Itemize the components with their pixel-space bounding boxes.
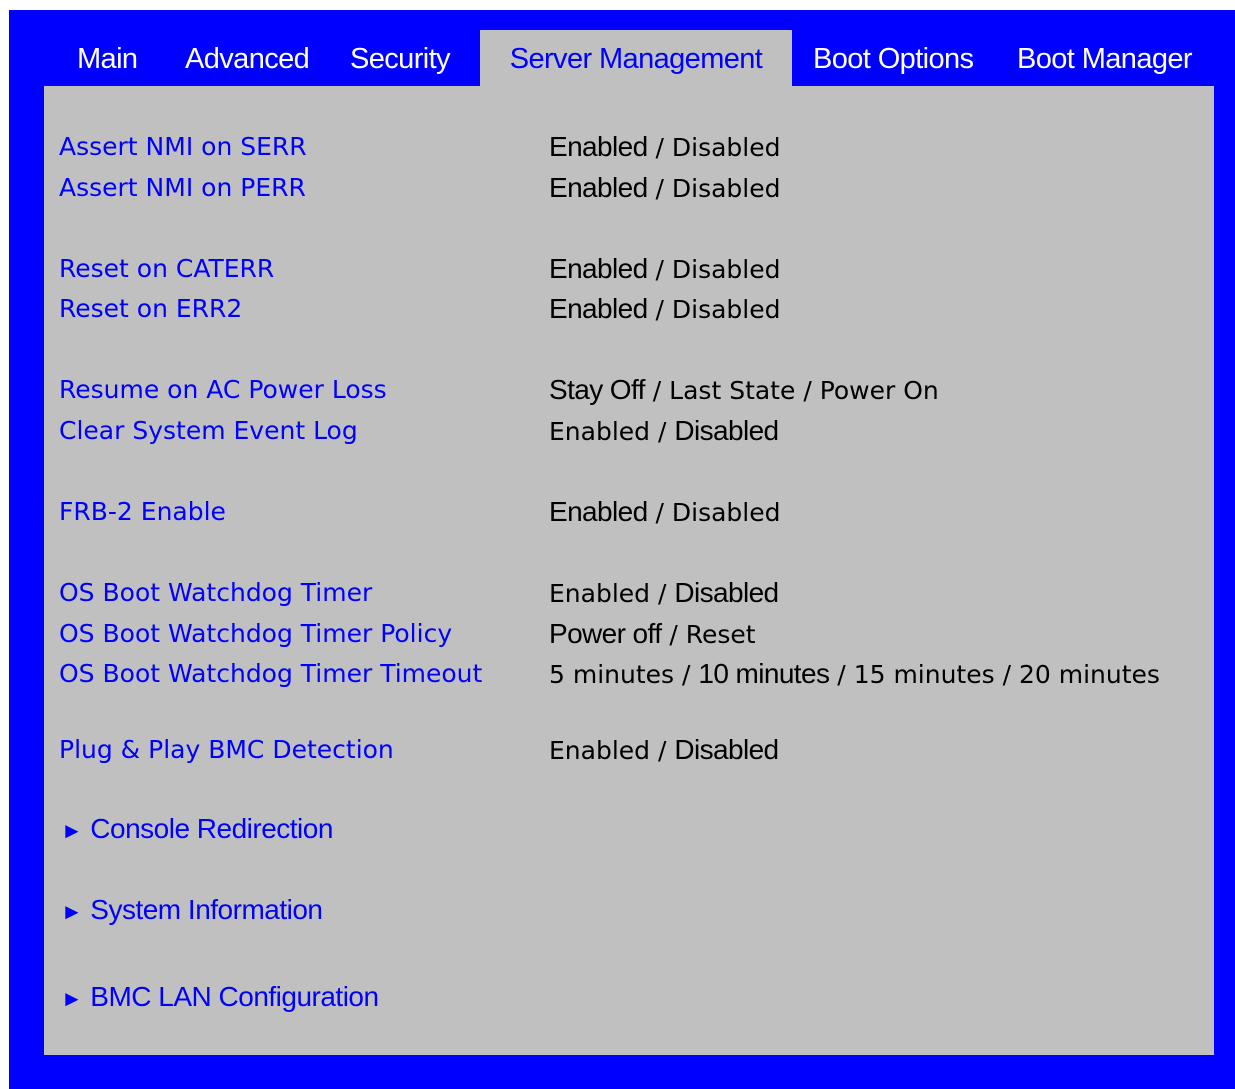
- settings-panel: Assert NMI on SERR Enabled / Disabled As…: [44, 86, 1214, 1055]
- option-selected[interactable]: Enabled: [549, 172, 648, 203]
- option[interactable]: Disabled: [672, 174, 781, 203]
- setting-resume-ac-power-loss: Resume on AC Power Loss Stay Off / Last …: [44, 372, 1214, 408]
- submenu-system-information[interactable]: ► System Information: [61, 892, 323, 930]
- option[interactable]: Disabled: [672, 498, 781, 527]
- tab-boot-options[interactable]: Boot Options: [813, 30, 974, 86]
- option-group: Power off / Reset: [549, 616, 756, 653]
- setting-label[interactable]: Resume on AC Power Loss: [59, 372, 387, 408]
- option-selected[interactable]: Enabled: [549, 131, 648, 162]
- option[interactable]: Disabled: [672, 133, 781, 162]
- option-separator: /: [829, 660, 854, 689]
- option-separator: /: [647, 133, 672, 162]
- option-selected[interactable]: Disabled: [674, 734, 779, 765]
- option-selected[interactable]: Disabled: [674, 415, 779, 446]
- option-separator: /: [650, 736, 675, 765]
- option-separator: /: [650, 579, 675, 608]
- option[interactable]: Enabled: [549, 736, 650, 765]
- option-selected[interactable]: Enabled: [549, 253, 648, 284]
- submenu-arrow-icon: ►: [61, 899, 83, 924]
- option-selected[interactable]: 10 minutes: [698, 658, 830, 689]
- option-group: Enabled / Disabled: [549, 170, 781, 207]
- setting-label[interactable]: OS Boot Watchdog Timer Policy: [59, 616, 452, 652]
- tab-advanced[interactable]: Advanced: [185, 30, 310, 86]
- setting-label[interactable]: Assert NMI on PERR: [59, 170, 306, 206]
- setting-os-boot-watchdog-timeout: OS Boot Watchdog Timer Timeout 5 minutes…: [44, 656, 1214, 692]
- bios-setup-window: Main Advanced Security Server Management…: [9, 10, 1235, 1089]
- setting-os-boot-watchdog-policy: OS Boot Watchdog Timer Policy Power off …: [44, 616, 1214, 652]
- option-separator: /: [994, 660, 1019, 689]
- option[interactable]: 20 minutes: [1019, 660, 1160, 689]
- submenu-label: System Information: [90, 894, 323, 925]
- option[interactable]: Enabled: [549, 417, 650, 446]
- setting-label[interactable]: OS Boot Watchdog Timer Timeout: [59, 656, 482, 692]
- setting-label[interactable]: OS Boot Watchdog Timer: [59, 575, 372, 611]
- setting-label[interactable]: Clear System Event Log: [59, 413, 358, 449]
- option-selected[interactable]: Power off: [549, 618, 662, 649]
- tab-boot-manager[interactable]: Boot Manager: [1017, 30, 1193, 86]
- tab-security[interactable]: Security: [350, 30, 451, 86]
- setting-clear-sel: Clear System Event Log Enabled / Disable…: [44, 413, 1214, 449]
- option-separator: /: [650, 417, 675, 446]
- tab-server-management[interactable]: Server Management: [480, 30, 792, 86]
- setting-os-boot-watchdog-timer: OS Boot Watchdog Timer Enabled / Disable…: [44, 575, 1214, 611]
- option[interactable]: Enabled: [549, 579, 650, 608]
- option[interactable]: 5 minutes: [549, 660, 674, 689]
- option-selected[interactable]: Enabled: [549, 496, 648, 527]
- setting-label[interactable]: FRB-2 Enable: [59, 494, 226, 530]
- option-separator: /: [795, 376, 820, 405]
- option-separator: /: [647, 174, 672, 203]
- setting-pnp-bmc-detection: Plug & Play BMC Detection Enabled / Disa…: [44, 732, 1214, 768]
- option-group: Enabled / Disabled: [549, 251, 781, 288]
- setting-reset-caterr: Reset on CATERR Enabled / Disabled: [44, 251, 1214, 287]
- setting-assert-nmi-perr: Assert NMI on PERR Enabled / Disabled: [44, 170, 1214, 206]
- option-selected[interactable]: Stay Off: [549, 374, 645, 405]
- option[interactable]: Disabled: [672, 255, 781, 284]
- option-group: Stay Off / Last State / Power On: [549, 372, 939, 409]
- submenu-label: BMC LAN Configuration: [90, 981, 379, 1012]
- submenu-arrow-icon: ►: [61, 986, 83, 1011]
- option[interactable]: Disabled: [672, 295, 781, 324]
- setting-reset-err2: Reset on ERR2 Enabled / Disabled: [44, 291, 1214, 327]
- submenu-bmc-lan-configuration[interactable]: ► BMC LAN Configuration: [61, 979, 379, 1017]
- option-separator: /: [674, 660, 699, 689]
- option-group: Enabled / Disabled: [549, 129, 781, 166]
- option-separator: /: [647, 295, 672, 324]
- setting-label[interactable]: Reset on ERR2: [59, 291, 242, 327]
- tab-bar: Main Advanced Security Server Management…: [9, 30, 1235, 86]
- option-group: Enabled / Disabled: [549, 732, 779, 769]
- setting-assert-nmi-serr: Assert NMI on SERR Enabled / Disabled: [44, 129, 1214, 165]
- option[interactable]: Last State: [669, 376, 795, 405]
- submenu-arrow-icon: ►: [61, 818, 83, 843]
- setting-frb2-enable: FRB-2 Enable Enabled / Disabled: [44, 494, 1214, 530]
- option-group: Enabled / Disabled: [549, 575, 779, 612]
- option-separator: /: [661, 620, 686, 649]
- submenu-console-redirection[interactable]: ► Console Redirection: [61, 811, 333, 849]
- option-group: Enabled / Disabled: [549, 291, 781, 328]
- option-group: Enabled / Disabled: [549, 413, 779, 450]
- option[interactable]: 15 minutes: [854, 660, 995, 689]
- option-separator: /: [644, 376, 670, 405]
- option-separator: /: [647, 498, 672, 527]
- setting-label[interactable]: Assert NMI on SERR: [59, 129, 307, 165]
- option-selected[interactable]: Disabled: [674, 577, 779, 608]
- option[interactable]: Reset: [686, 620, 756, 649]
- option-group: Enabled / Disabled: [549, 494, 781, 531]
- tab-main[interactable]: Main: [77, 30, 138, 86]
- setting-label[interactable]: Plug & Play BMC Detection: [59, 732, 394, 768]
- option-group: 5 minutes / 10 minutes / 15 minutes / 20…: [549, 656, 1160, 693]
- option-separator: /: [647, 255, 672, 284]
- setting-label[interactable]: Reset on CATERR: [59, 251, 274, 287]
- submenu-label: Console Redirection: [90, 813, 333, 844]
- option-selected[interactable]: Enabled: [549, 293, 648, 324]
- option[interactable]: Power On: [820, 376, 939, 405]
